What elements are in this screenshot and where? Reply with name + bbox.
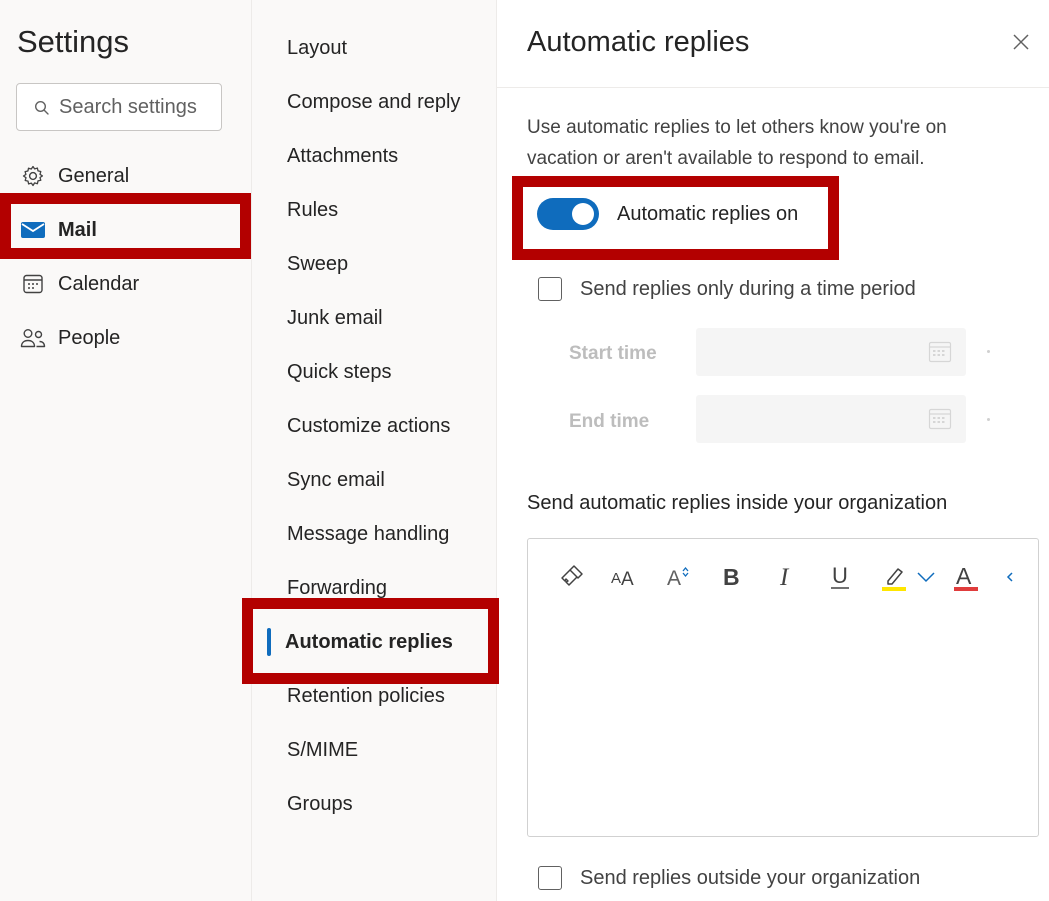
mail-nav-junk-email[interactable]: Junk email	[287, 303, 383, 333]
end-date-field[interactable]	[696, 395, 966, 443]
italic-button[interactable]: I	[766, 557, 806, 597]
mail-settings-pane: Layout Compose and reply Attachments Rul…	[252, 0, 497, 901]
svg-text:B: B	[723, 564, 740, 590]
search-settings-box[interactable]	[16, 83, 222, 131]
chevron-down-icon	[917, 572, 935, 583]
more-options-button[interactable]	[990, 557, 1030, 597]
mail-nav-quick-steps[interactable]: Quick steps	[287, 357, 391, 387]
auto-replies-toggle[interactable]	[537, 198, 599, 230]
nav-item-label: Calendar	[58, 272, 140, 295]
highlight-icon	[882, 568, 906, 591]
nav-item-label: General	[58, 164, 130, 187]
grow-font-button[interactable]: A	[658, 557, 698, 597]
time-period-option: Send replies only during a time period	[538, 277, 916, 301]
svg-text:I: I	[779, 564, 790, 591]
settings-nav-pane: Settings General Mail	[0, 0, 252, 901]
svg-text:A: A	[956, 563, 972, 589]
nav-item-label: People	[58, 326, 121, 349]
outside-org-checkbox[interactable]	[538, 866, 562, 890]
end-hour-dropdown-edge[interactable]	[987, 418, 990, 421]
highlight-dropdown-button[interactable]	[906, 557, 946, 597]
nav-item-people[interactable]: People	[0, 318, 252, 358]
search-input[interactable]	[59, 93, 219, 121]
nav-item-general[interactable]: General	[0, 156, 252, 196]
mail-nav-smime[interactable]: S/MIME	[287, 735, 358, 765]
format-toolbar: A A A B I U A	[528, 557, 1038, 597]
bold-icon: B	[723, 564, 740, 590]
time-period-label: Send replies only during a time period	[580, 277, 916, 300]
panel-title: Automatic replies	[527, 26, 750, 58]
calendar-icon	[928, 408, 952, 430]
end-time-label: End time	[569, 411, 650, 432]
automatic-replies-panel: Automatic replies Use automatic replies …	[497, 0, 1049, 901]
gear-icon	[20, 163, 46, 189]
nav-item-mail[interactable]: Mail	[0, 210, 252, 250]
underline-button[interactable]: U	[820, 557, 860, 597]
italic-icon: I	[779, 564, 790, 591]
outside-org-option: Send replies outside your organization	[538, 866, 920, 890]
selection-indicator	[267, 628, 271, 656]
more-icon	[1006, 572, 1013, 582]
auto-replies-toggle-row: Automatic replies on	[537, 198, 798, 230]
close-button[interactable]	[1007, 28, 1035, 56]
format-painter-icon	[561, 565, 583, 586]
mail-nav-customize-actions[interactable]: Customize actions	[287, 411, 450, 441]
mail-nav-attachments[interactable]: Attachments	[287, 141, 398, 171]
font-size-button[interactable]: A A	[604, 557, 644, 597]
svg-text:U: U	[832, 563, 848, 588]
nav-item-calendar[interactable]: Calendar	[0, 264, 252, 304]
mail-nav-automatic-replies[interactable]: Automatic replies	[285, 627, 453, 657]
mail-nav-compose-and-reply[interactable]: Compose and reply	[287, 87, 460, 117]
close-icon	[1013, 34, 1029, 50]
mail-nav-layout[interactable]: Layout	[287, 33, 347, 63]
inside-org-label: Send automatic replies inside your organ…	[527, 492, 948, 514]
svg-text:A: A	[621, 569, 634, 589]
start-date-input[interactable]	[696, 328, 916, 376]
settings-title: Settings	[17, 24, 130, 59]
search-icon	[34, 100, 49, 115]
mail-nav-groups[interactable]: Groups	[287, 789, 353, 819]
start-time-label: Start time	[569, 343, 657, 364]
font-color-icon: A	[954, 563, 978, 591]
mail-icon	[20, 217, 46, 243]
font-color-button[interactable]: A	[946, 557, 986, 597]
mail-nav-forwarding[interactable]: Forwarding	[287, 573, 387, 603]
calendar-icon	[20, 271, 46, 297]
end-date-input[interactable]	[696, 395, 916, 443]
mail-nav-sweep[interactable]: Sweep	[287, 249, 348, 279]
start-hour-dropdown-edge[interactable]	[987, 350, 990, 353]
nav-item-label: Mail	[58, 218, 97, 241]
underline-icon: U	[831, 563, 849, 589]
mail-nav-sync-email[interactable]: Sync email	[287, 465, 385, 495]
time-period-checkbox[interactable]	[538, 277, 562, 301]
svg-text:A: A	[667, 567, 681, 590]
mail-nav-retention-policies[interactable]: Retention policies	[287, 681, 445, 711]
start-date-field[interactable]	[696, 328, 966, 376]
outside-org-label: Send replies outside your organization	[580, 866, 921, 889]
reply-message-editor[interactable]: A A A B I U A	[527, 538, 1039, 837]
bold-button[interactable]: B	[712, 557, 752, 597]
mail-nav-message-handling[interactable]: Message handling	[287, 519, 449, 549]
font-size-icon: A A	[611, 569, 634, 589]
people-icon	[20, 325, 46, 351]
calendar-icon	[928, 341, 952, 363]
grow-font-icon: A	[667, 566, 689, 590]
format-painter-button[interactable]	[552, 557, 592, 597]
panel-description: Use automatic replies to let others know…	[527, 117, 947, 169]
divider	[497, 87, 1049, 88]
svg-text:A: A	[611, 570, 621, 587]
toggle-label: Automatic replies on	[617, 202, 799, 225]
mail-nav-rules[interactable]: Rules	[287, 195, 338, 225]
